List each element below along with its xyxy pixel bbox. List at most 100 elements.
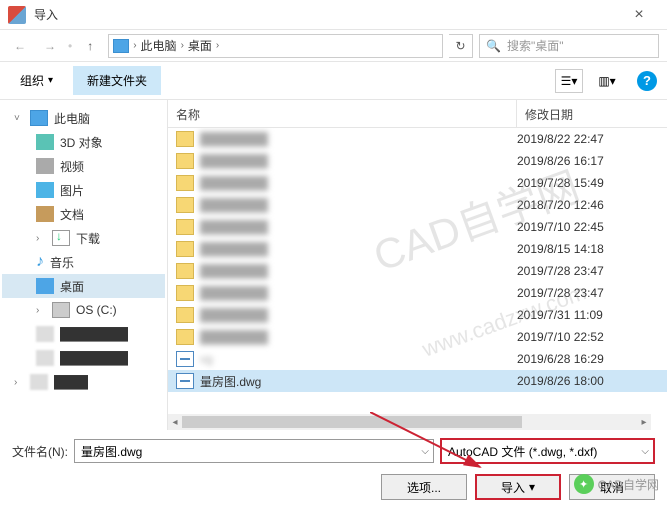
refresh-icon[interactable]: ↻ xyxy=(449,34,473,58)
chevron-down-icon[interactable]: ⌵ xyxy=(421,446,429,457)
organize-button[interactable]: 组织 ▾ xyxy=(10,68,63,93)
music-icon: ♪ xyxy=(36,253,44,271)
file-name: ████████ xyxy=(200,198,517,212)
file-row[interactable]: ████████2019/7/10 22:45 xyxy=(168,216,667,238)
search-icon: 🔍 xyxy=(486,39,501,53)
sidebar: ˅此电脑 3D 对象 视频 图片 文档 ›下载 ♪音乐 桌面 ›OS (C:) … xyxy=(0,100,168,430)
file-date: 2019/6/28 16:29 xyxy=(517,352,659,366)
expand-icon[interactable]: › xyxy=(36,233,46,244)
download-icon xyxy=(52,230,70,246)
pc-icon xyxy=(113,39,129,53)
crumb-this-pc[interactable]: 此电脑 xyxy=(141,37,177,54)
file-row[interactable]: ████████2019/7/28 23:47 xyxy=(168,260,667,282)
options-button[interactable]: 选项... xyxy=(381,474,467,500)
expand-icon[interactable]: ˅ xyxy=(14,113,24,124)
folder-icon xyxy=(176,263,194,279)
file-row[interactable]: ████████2019/8/26 16:17 xyxy=(168,150,667,172)
file-row[interactable]: 量房图.dwg2019/8/26 18:00 xyxy=(168,370,667,392)
sidebar-item-docs[interactable]: 文档 xyxy=(2,202,165,226)
scroll-left-icon[interactable]: ◂ xyxy=(168,415,182,429)
filetype-select[interactable]: AutoCAD 文件 (*.dwg, *.dxf) ⌵ xyxy=(440,438,655,464)
file-name: ████████ xyxy=(200,176,517,190)
file-name: ████████ xyxy=(200,220,517,234)
window-title: 导入 xyxy=(34,6,619,23)
file-date: 2019/7/28 23:47 xyxy=(517,264,659,278)
drive-icon xyxy=(52,302,70,318)
breadcrumb[interactable]: › 此电脑 › 桌面 › xyxy=(108,34,443,58)
column-headers: 名称 修改日期 xyxy=(168,100,667,128)
expand-icon[interactable]: › xyxy=(36,305,46,316)
filename-input[interactable]: 量房图.dwg ⌵ xyxy=(74,439,434,463)
col-name[interactable]: 名称 xyxy=(168,100,517,127)
sidebar-item-downloads[interactable]: ›下载 xyxy=(2,226,165,250)
app-logo-icon xyxy=(8,6,26,24)
sidebar-item-blur[interactable]: ████████ xyxy=(2,322,165,346)
file-row[interactable]: ████████2019/8/15 14:18 xyxy=(168,238,667,260)
chevron-down-icon: ▾ xyxy=(48,75,53,86)
file-row[interactable]: vg2019/6/28 16:29 xyxy=(168,348,667,370)
search-input[interactable]: 🔍 搜索"桌面" xyxy=(479,34,659,58)
new-folder-button[interactable]: 新建文件夹 xyxy=(73,66,161,95)
sidebar-item-desktop[interactable]: 桌面 xyxy=(2,274,165,298)
scroll-right-icon[interactable]: ▸ xyxy=(637,415,651,429)
preview-pane-icon[interactable]: ▥▾ xyxy=(593,69,621,93)
file-name: ████████ xyxy=(200,264,517,278)
desktop-icon xyxy=(36,278,54,294)
dwg-icon xyxy=(176,373,194,389)
file-date: 2019/7/28 15:49 xyxy=(517,176,659,190)
sidebar-item-osc[interactable]: ›OS (C:) xyxy=(2,298,165,322)
file-row[interactable]: ████████2019/7/28 23:47 xyxy=(168,282,667,304)
file-name: ████████ xyxy=(200,242,517,256)
picture-icon xyxy=(36,182,54,198)
sidebar-item-music[interactable]: ♪音乐 xyxy=(2,250,165,274)
view-mode-icon[interactable]: ☰▾ xyxy=(555,69,583,93)
drive-icon xyxy=(30,374,48,390)
file-date: 2019/7/31 11:09 xyxy=(517,308,659,322)
chevron-down-icon: ▾ xyxy=(529,480,535,494)
nav-up-icon[interactable]: ↑ xyxy=(78,34,102,58)
file-row[interactable]: ████████2019/7/10 22:52 xyxy=(168,326,667,348)
nav-back-icon[interactable]: ← xyxy=(8,34,32,58)
sidebar-item-pictures[interactable]: 图片 xyxy=(2,178,165,202)
chevron-down-icon[interactable]: ⌵ xyxy=(641,446,649,457)
cube-icon xyxy=(36,134,54,150)
col-date[interactable]: 修改日期 xyxy=(517,100,667,127)
folder-icon xyxy=(176,153,194,169)
video-icon xyxy=(36,158,54,174)
sidebar-item-videos[interactable]: 视频 xyxy=(2,154,165,178)
pc-icon xyxy=(30,110,48,126)
file-name: vg xyxy=(200,352,517,366)
sidebar-item-blur[interactable]: ████████ xyxy=(2,346,165,370)
drive-icon xyxy=(36,326,54,342)
file-row[interactable]: ████████2019/8/22 22:47 xyxy=(168,128,667,150)
folder-icon xyxy=(176,219,194,235)
file-row[interactable]: ████████2019/7/28 15:49 xyxy=(168,172,667,194)
file-date: 2019/8/26 16:17 xyxy=(517,154,659,168)
filename-label: 文件名(N): xyxy=(12,443,68,460)
close-icon[interactable]: × xyxy=(619,6,659,24)
dwg-icon xyxy=(176,351,194,367)
file-date: 2019/7/10 22:45 xyxy=(517,220,659,234)
chevron-right-icon: › xyxy=(216,40,219,51)
expand-icon[interactable]: › xyxy=(14,377,24,388)
help-icon[interactable]: ? xyxy=(637,71,657,91)
file-list: CAD自学网 www.cadzxw.com ████████2019/8/22 … xyxy=(168,128,667,430)
folder-icon xyxy=(176,175,194,191)
sidebar-item-blur[interactable]: ›████ xyxy=(2,370,165,394)
file-date: 2019/8/26 18:00 xyxy=(517,374,659,388)
file-name: ████████ xyxy=(200,308,517,322)
scroll-thumb[interactable] xyxy=(182,416,522,428)
scrollbar-horizontal[interactable]: ◂ ▸ xyxy=(168,414,651,430)
file-row[interactable]: ████████2019/7/31 11:09 xyxy=(168,304,667,326)
file-name: ████████ xyxy=(200,286,517,300)
file-name: ████████ xyxy=(200,154,517,168)
file-date: 2019/7/28 23:47 xyxy=(517,286,659,300)
sidebar-item-this-pc[interactable]: ˅此电脑 xyxy=(2,106,165,130)
file-date: 2019/8/22 22:47 xyxy=(517,132,659,146)
sidebar-item-3d[interactable]: 3D 对象 xyxy=(2,130,165,154)
file-row[interactable]: ████████2018/7/20 12:46 xyxy=(168,194,667,216)
crumb-desktop[interactable]: 桌面 xyxy=(188,37,212,54)
wechat-watermark: ✦ CAD自学网 xyxy=(574,474,659,494)
folder-icon xyxy=(176,329,194,345)
import-button[interactable]: 导入▾ xyxy=(475,474,561,500)
